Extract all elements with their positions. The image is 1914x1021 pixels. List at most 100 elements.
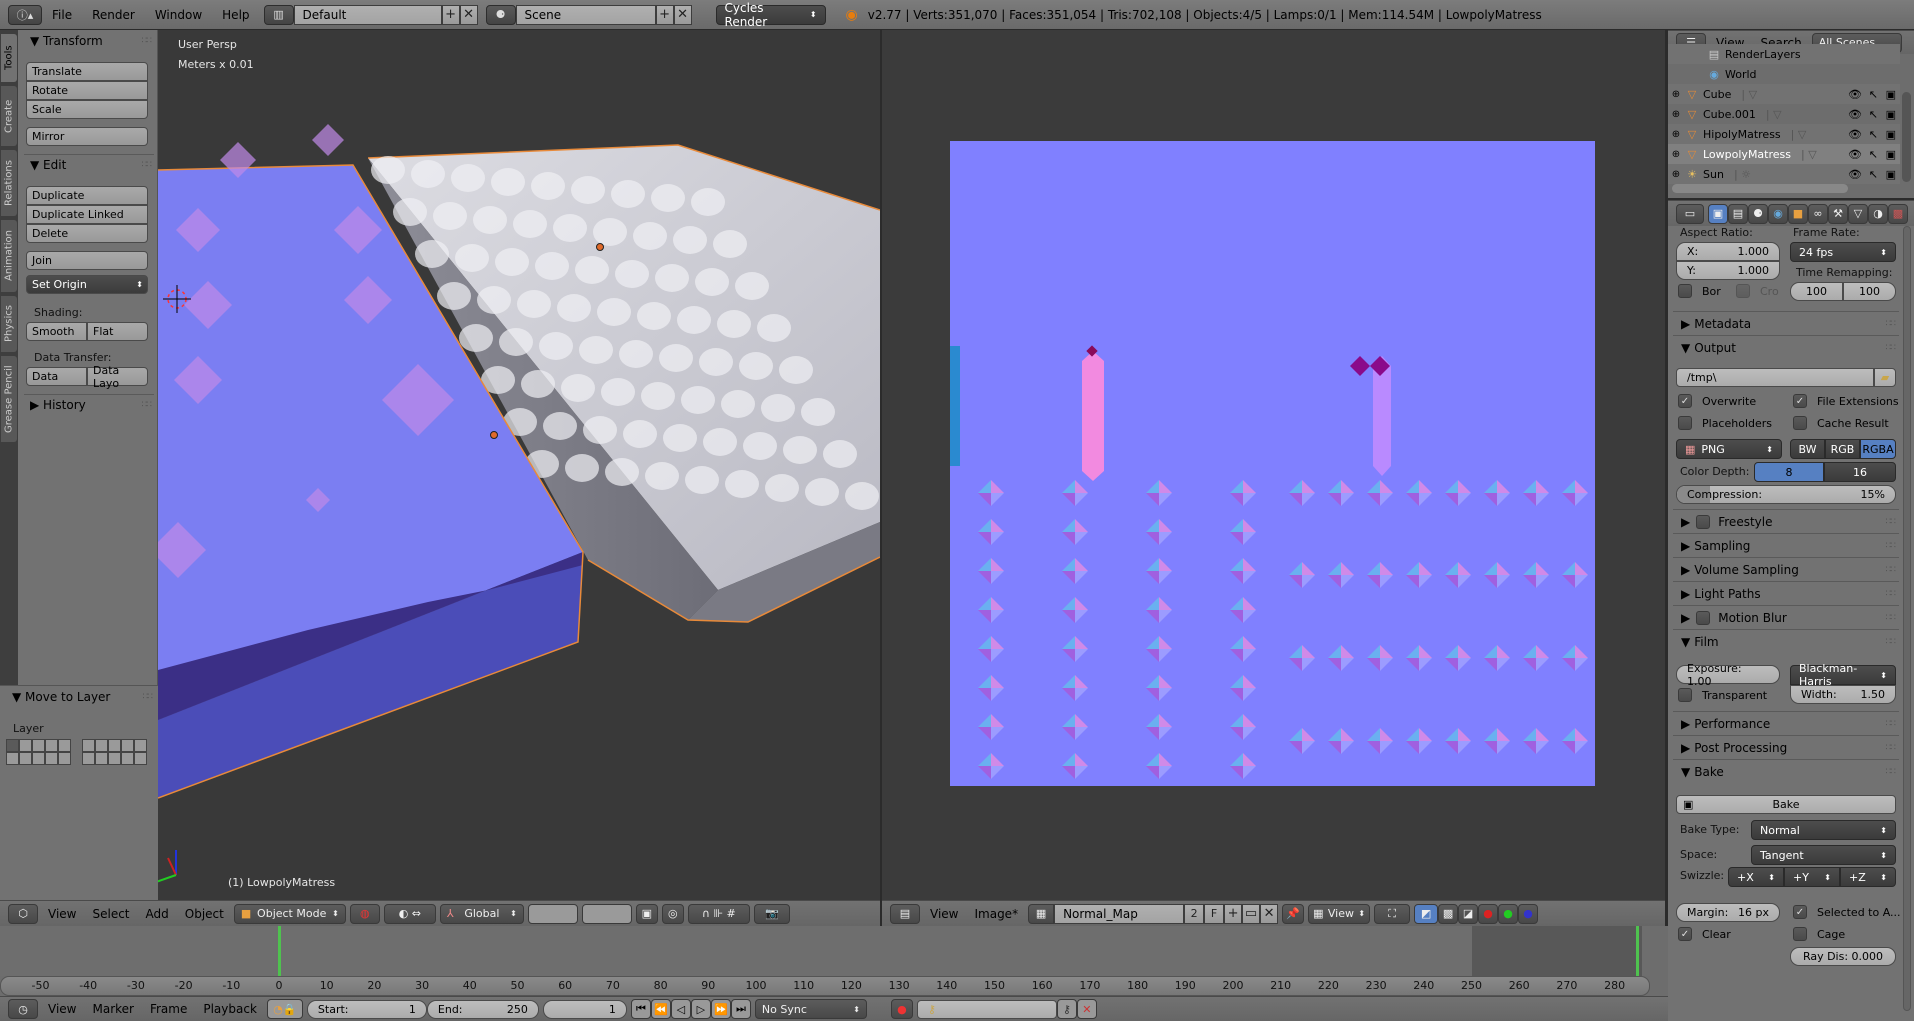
color-mode-bw[interactable]: BW [1790, 439, 1825, 459]
editor-type-properties-button[interactable]: ▭ [1676, 203, 1704, 224]
menu-render[interactable]: Render [82, 8, 145, 22]
menu-view[interactable]: View [42, 907, 82, 921]
crop-checkbox[interactable]: Cro [1736, 284, 1779, 298]
layer-toggle[interactable] [6, 752, 19, 765]
cage-checkbox[interactable]: Cage [1793, 927, 1845, 941]
tab-constraints[interactable]: ∞ [1808, 203, 1828, 224]
join-button[interactable]: Join [26, 251, 148, 270]
renderability-camera-icon[interactable]: ▣ [1886, 88, 1896, 101]
tab-material[interactable]: ◑ [1868, 203, 1888, 224]
editor-type-info-button[interactable]: ⓘ▴ [8, 4, 42, 25]
tab-grease-pencil[interactable]: Grease Pencil [1, 356, 17, 442]
outliner-item[interactable]: ⊕ ▽ Cube.001 | ▽ 👁 ↖ ▣ [1668, 104, 1900, 124]
frame-rate-dropdown[interactable]: 24 fps ⬍ [1790, 242, 1896, 262]
renderability-camera-icon[interactable]: ▣ [1886, 168, 1896, 181]
mirror-button[interactable]: Mirror [26, 127, 148, 146]
outliner-vscrollbar[interactable] [1902, 92, 1911, 182]
sync-mode-dropdown[interactable]: No Sync ⬍ [754, 999, 867, 1019]
tab-animation[interactable]: Animation [1, 220, 17, 292]
tab-tools[interactable]: Tools [1, 34, 17, 82]
expand-icon[interactable]: ⊕ [1668, 89, 1684, 100]
transform-panel-header[interactable]: ▼ Transform [30, 34, 103, 48]
bake-type-dropdown[interactable]: Normal ⬍ [1751, 820, 1896, 840]
fake-user-button[interactable]: F [1204, 903, 1225, 924]
tab-modifiers[interactable]: ⚒ [1828, 203, 1848, 224]
light-paths-section-header[interactable]: ▶ Light Paths ∷∷ [1673, 581, 1899, 605]
color-depth-16[interactable]: 16 [1824, 462, 1896, 482]
selected-to-active-checkbox[interactable]: ✓ Selected to A... [1793, 905, 1901, 919]
tab-physics[interactable]: Physics [1, 296, 17, 352]
render-buttons[interactable]: 📷 [753, 903, 790, 924]
drag-handle-icon[interactable]: ∷∷ [1886, 343, 1897, 353]
3d-viewport[interactable]: User Persp Meters x 0.01 (1) LowpolyMatr… [158, 30, 880, 900]
outliner-item[interactable]: ⊕ ▽ HipolyMatress | ▽ 👁 ↖ ▣ [1668, 124, 1900, 144]
menu-file[interactable]: File [42, 8, 82, 22]
menu-view[interactable]: View [42, 1002, 82, 1016]
image-editor[interactable] [882, 30, 1665, 900]
visibility-eye-icon[interactable]: 👁 [1848, 108, 1862, 121]
border-checkbox[interactable]: Bor [1678, 284, 1721, 298]
set-origin-dropdown[interactable]: Set Origin ⬍ [26, 275, 148, 294]
mode-dropdown[interactable]: ■ Object Mode ⬍ [233, 903, 346, 924]
layer-toggle[interactable] [134, 739, 147, 752]
new-image-button[interactable]: + [1224, 903, 1243, 924]
drag-handle-icon[interactable]: ∷∷ [1886, 613, 1897, 623]
color-alpha-button[interactable]: ◩ [1414, 903, 1439, 924]
drag-handle-icon[interactable]: ∷∷ [142, 400, 153, 410]
blue-channel-button[interactable]: ● [1518, 903, 1539, 924]
tab-create[interactable]: Create [1, 86, 17, 146]
expand-icon[interactable]: ⊕ [1668, 169, 1684, 180]
file-format-dropdown[interactable]: ▦ PNG ⬍ [1676, 439, 1782, 459]
scene-button[interactable]: ⚈ [485, 4, 516, 25]
current-frame-indicator[interactable] [278, 926, 281, 976]
clear-checkbox[interactable]: ✓ Clear [1678, 927, 1731, 941]
outliner-item[interactable]: ⊕ ▽ LowpolyMatress | ▽ 👁 ↖ ▣ [1668, 144, 1900, 164]
visibility-eye-icon[interactable]: 👁 [1848, 148, 1862, 161]
visibility-eye-icon[interactable]: 👁 [1848, 128, 1862, 141]
add-layout-button[interactable]: + [441, 4, 460, 25]
swizzle-g-dropdown[interactable]: +Y ⬍ [1784, 867, 1840, 887]
color-mode-rgb[interactable]: RGB [1825, 439, 1860, 459]
bake-section-header[interactable]: ▼ Bake ∷∷ [1673, 759, 1899, 783]
color-mode-rgba[interactable]: RGBA [1860, 439, 1896, 459]
pivot-point-button[interactable]: ◐ ⇔ [383, 903, 436, 924]
menu-image[interactable]: Image* [968, 907, 1024, 921]
selectability-cursor-icon[interactable]: ↖ [1869, 148, 1878, 161]
tab-world[interactable]: ◉ [1768, 203, 1788, 224]
layer-toggle[interactable] [6, 739, 19, 752]
proportional-edit-button[interactable]: ◎ [661, 903, 684, 924]
menu-view[interactable]: View [924, 907, 964, 921]
transform-orientation-dropdown[interactable]: ⅄ Global ⬍ [439, 903, 524, 924]
layer-toggle[interactable] [82, 752, 95, 765]
expand-icon[interactable]: ⊕ [1668, 129, 1684, 140]
data-transfer-button[interactable]: Data [26, 367, 87, 386]
film-section-header[interactable]: ▼ Film ∷∷ [1673, 629, 1899, 653]
outliner-item[interactable]: ▤ RenderLayers [1668, 44, 1900, 64]
layer-toggle[interactable] [19, 752, 32, 765]
lock-camera-button[interactable]: ▣ [635, 903, 658, 924]
red-channel-button[interactable]: ● [1478, 903, 1499, 924]
browse-image-button[interactable]: ▦ [1028, 903, 1055, 924]
normal-space-dropdown[interactable]: Tangent ⬍ [1751, 845, 1896, 865]
jump-start-button[interactable]: ⏮ [630, 999, 651, 1019]
tab-relations[interactable]: Relations [1, 150, 17, 216]
layer-toggle[interactable] [134, 752, 147, 765]
rotate-button[interactable]: Rotate [26, 81, 148, 100]
play-button[interactable]: ▷ [690, 999, 711, 1019]
layer-toggle[interactable] [108, 752, 121, 765]
smooth-button[interactable]: Smooth [26, 322, 87, 341]
selectability-cursor-icon[interactable]: ↖ [1869, 108, 1878, 121]
z-buffer-button[interactable]: ◪ [1458, 903, 1479, 924]
alpha-button[interactable]: ▩ [1438, 903, 1459, 924]
drag-handle-icon[interactable]: ∷∷ [1886, 517, 1897, 527]
swizzle-b-dropdown[interactable]: +Z ⬍ [1840, 867, 1896, 887]
checkbox-icon[interactable] [1696, 610, 1711, 625]
preview-range-button[interactable]: ◔ 🔒 [266, 999, 303, 1019]
layer-toggle[interactable] [19, 739, 32, 752]
layer-toggle[interactable] [32, 752, 45, 765]
outliner-item[interactable]: ⊕ ☀ Sun | ☼ 👁 ↖ ▣ [1668, 164, 1900, 184]
renderability-camera-icon[interactable]: ▣ [1886, 108, 1896, 121]
layer-toggle[interactable] [32, 739, 45, 752]
drag-handle-icon[interactable]: ∷∷ [1886, 589, 1897, 599]
delete-button[interactable]: Delete [26, 224, 148, 243]
